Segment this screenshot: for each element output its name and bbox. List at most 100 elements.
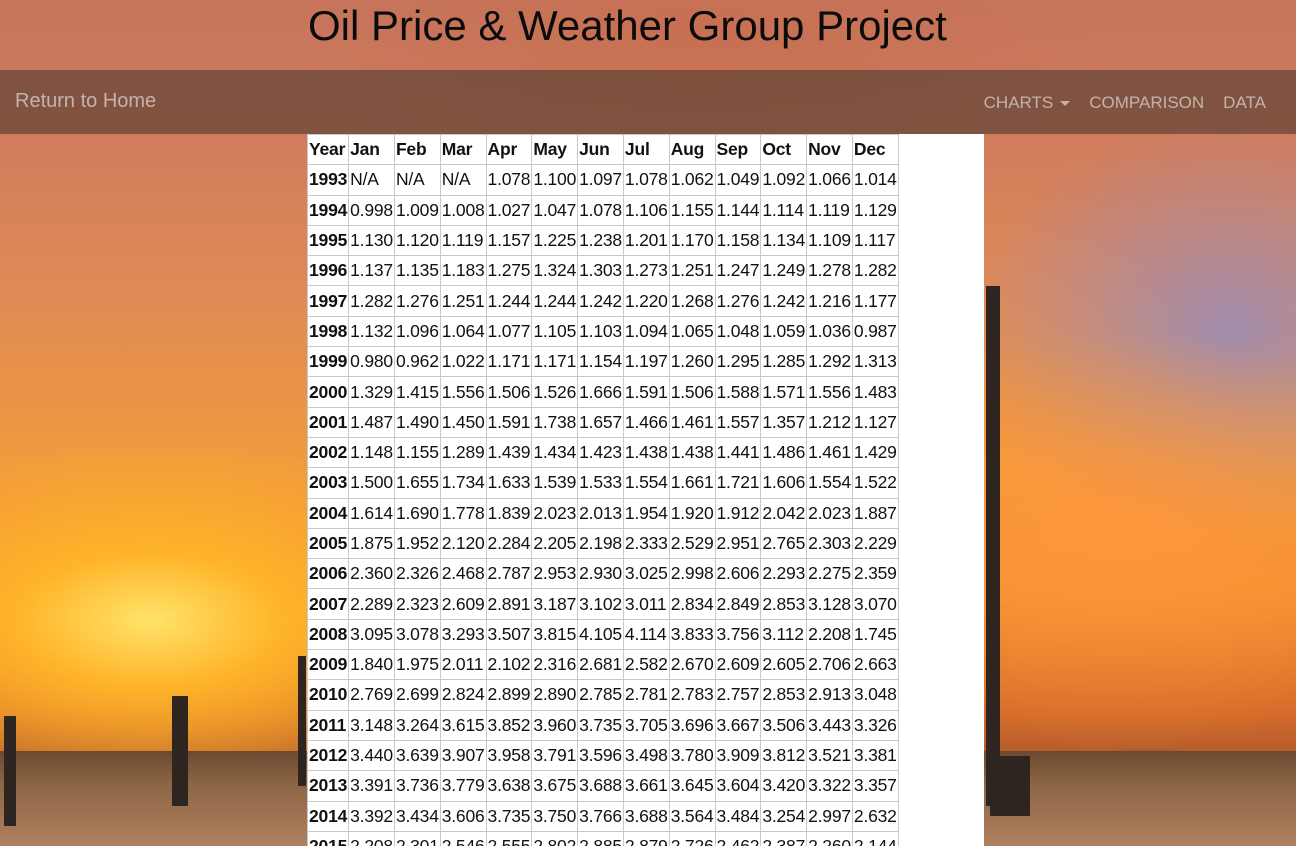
price-cell: 1.022 xyxy=(439,346,487,378)
price-cell: 2.609 xyxy=(714,649,762,681)
price-cell: 1.260 xyxy=(668,346,716,378)
price-cell: 1.092 xyxy=(760,164,808,196)
background-fence-post xyxy=(298,656,306,786)
price-cell: 1.155 xyxy=(668,194,716,226)
price-cell: 1.429 xyxy=(851,436,899,469)
price-cell: 1.049 xyxy=(714,164,762,196)
price-cell: 1.078 xyxy=(485,164,533,196)
price-cell: 2.301 xyxy=(393,830,441,846)
price-cell: 0.987 xyxy=(851,315,899,348)
price-cell: 2.555 xyxy=(485,830,533,846)
price-cell: 3.293 xyxy=(439,618,487,651)
price-cell: 1.661 xyxy=(668,467,716,499)
price-cell: 1.588 xyxy=(714,376,762,408)
price-cell: 1.487 xyxy=(348,406,395,438)
price-cell: 1.506 xyxy=(668,376,716,408)
price-cell: 2.360 xyxy=(348,558,395,590)
column-header-year: Year xyxy=(307,134,350,166)
column-header-jan: Jan xyxy=(348,134,395,166)
price-cell: 1.100 xyxy=(531,164,579,196)
price-cell: 3.420 xyxy=(760,770,808,802)
table-row: 1993 N/A N/A N/A 1.078 1.100 1.097 1.078 1.062 1.… xyxy=(307,164,899,196)
price-cell: 1.119 xyxy=(806,194,853,226)
price-cell: 3.735 xyxy=(577,709,624,741)
price-cell: 1.466 xyxy=(622,406,670,438)
price-cell: 1.105 xyxy=(531,315,579,348)
price-cell: 1.690 xyxy=(393,497,441,529)
price-cell: 2.023 xyxy=(806,497,853,529)
table-row: 2010 2.769 2.699 2.824 2.899 2.890 2.785 2.781 2… xyxy=(307,679,899,711)
price-cell: 3.102 xyxy=(577,588,624,620)
price-cell: 1.268 xyxy=(668,285,716,317)
price-cell: 2.120 xyxy=(439,527,487,560)
year-cell: 1997 xyxy=(307,285,350,317)
price-cell: 2.326 xyxy=(393,558,441,590)
price-cell: 2.011 xyxy=(439,649,487,681)
table-row: 2002 1.148 1.155 1.289 1.439 1.434 1.423 1.438 1… xyxy=(307,436,899,469)
price-cell: 1.096 xyxy=(393,315,441,348)
year-cell: 2013 xyxy=(307,770,350,802)
price-cell: 1.313 xyxy=(851,346,899,378)
price-cell: 2.468 xyxy=(439,558,487,590)
price-cell: 1.225 xyxy=(531,224,579,257)
year-cell: 1994 xyxy=(307,194,350,226)
price-cell: 1.134 xyxy=(760,224,808,257)
price-cell: 3.696 xyxy=(668,709,716,741)
price-cell: 1.148 xyxy=(348,436,395,469)
table-row: 2014 3.392 3.434 3.606 3.735 3.750 3.766 3.688 3… xyxy=(307,800,899,832)
price-cell: 3.639 xyxy=(393,739,441,772)
price-cell: 3.521 xyxy=(806,739,853,772)
price-cell: 1.952 xyxy=(393,527,441,560)
price-cell: 3.907 xyxy=(439,739,487,772)
price-cell: 3.506 xyxy=(760,709,808,741)
price-cell: 1.129 xyxy=(851,194,899,226)
price-cell: N/A xyxy=(439,164,487,196)
price-cell: 2.998 xyxy=(668,558,716,590)
year-cell: 1998 xyxy=(307,315,350,348)
price-cell: 1.434 xyxy=(531,436,579,469)
column-header-aug: Aug xyxy=(668,134,716,166)
comparison-link[interactable]: COMPARISON xyxy=(1089,93,1204,113)
price-cell: 3.661 xyxy=(622,770,670,802)
price-cell: 1.094 xyxy=(622,315,670,348)
price-cell: 3.606 xyxy=(439,800,487,832)
price-cell: 1.441 xyxy=(714,436,762,469)
price-cell: 3.596 xyxy=(577,739,624,772)
price-cell: 1.278 xyxy=(806,255,853,287)
price-cell: 1.109 xyxy=(806,224,853,257)
price-cell: 1.357 xyxy=(760,406,808,438)
year-cell: 2007 xyxy=(307,588,350,620)
price-cell: 1.201 xyxy=(622,224,670,257)
data-table-container[interactable]: Year Jan Feb Mar Apr May Jun Jul Aug Sep Oct Nov Dec… xyxy=(307,134,984,846)
price-cell: 1.920 xyxy=(668,497,716,529)
price-cell: 2.275 xyxy=(806,558,853,590)
column-header-nov: Nov xyxy=(806,134,853,166)
data-link[interactable]: DATA xyxy=(1223,93,1266,113)
price-cell: 2.023 xyxy=(531,497,579,529)
price-cell: 1.120 xyxy=(393,224,441,257)
price-cell: 1.014 xyxy=(851,164,899,196)
table-header: Year Jan Feb Mar Apr May Jun Jul Aug Sep Oct Nov Dec xyxy=(307,134,899,166)
price-cell: 1.114 xyxy=(760,194,808,226)
price-cell: 1.295 xyxy=(714,346,762,378)
table-row: 2015 2.208 2.301 2.546 2.555 2.802 2.885 2.879 2… xyxy=(307,830,899,846)
price-cell: 3.756 xyxy=(714,618,762,651)
price-cell: 2.605 xyxy=(760,649,808,681)
price-cell: 2.787 xyxy=(485,558,533,590)
year-cell: 2010 xyxy=(307,679,350,711)
price-cell: 1.461 xyxy=(806,436,853,469)
price-cell: 1.048 xyxy=(714,315,762,348)
caret-down-icon xyxy=(1060,100,1071,106)
price-cell: 1.047 xyxy=(531,194,579,226)
price-cell: 1.721 xyxy=(714,467,762,499)
price-cell: 1.285 xyxy=(760,346,808,378)
price-cell: 3.095 xyxy=(348,618,395,651)
price-cell: 2.632 xyxy=(851,800,899,832)
return-home-link[interactable]: Return to Home xyxy=(15,90,156,113)
price-cell: 2.013 xyxy=(577,497,624,529)
charts-dropdown[interactable]: CHARTS xyxy=(984,93,1071,113)
price-cell: 1.242 xyxy=(760,285,808,317)
price-cell: 2.284 xyxy=(485,527,533,560)
table-row: 1998 1.132 1.096 1.064 1.077 1.105 1.103 1.094 1… xyxy=(307,315,899,348)
price-cell: 1.183 xyxy=(439,255,487,287)
